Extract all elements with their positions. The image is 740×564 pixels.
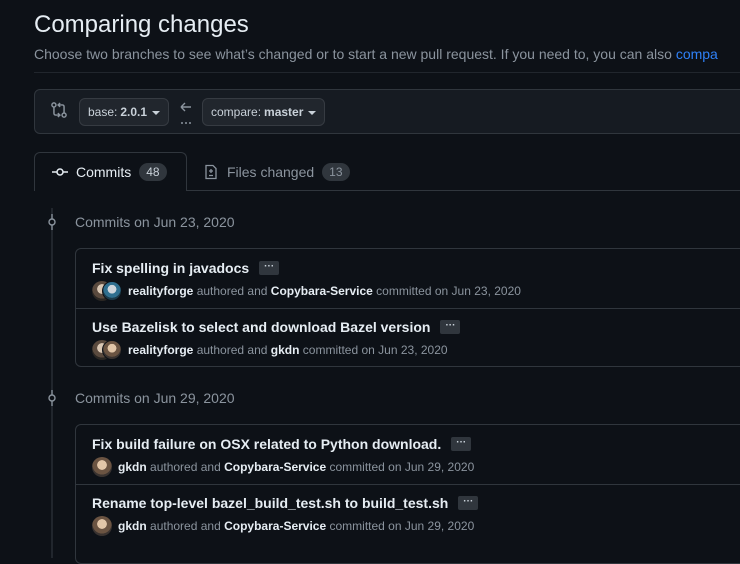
tab-files-changed[interactable]: Files changed 13 — [203, 152, 350, 191]
commits-count-badge: 48 — [139, 163, 167, 181]
committer-link[interactable]: Copybara-Service — [224, 460, 326, 474]
page-title: Comparing changes — [34, 11, 249, 38]
git-commit-icon — [44, 390, 60, 406]
compare-branch-name: master — [264, 105, 304, 119]
avatar-stack — [92, 281, 122, 301]
commit-title-link[interactable]: Rename top-level bazel_build_test.sh to … — [92, 495, 448, 511]
arrow-left-icon — [180, 102, 191, 124]
authored-text: authored and — [196, 343, 268, 357]
commit-list: Fix build failure on OSX related to Pyth… — [75, 424, 740, 564]
list-item: Fix build failure on OSX related to Pyth… — [76, 425, 740, 483]
commit-group-date: Commits on Jun 23, 2020 — [75, 214, 235, 230]
expand-message-button[interactable]: ··· — [451, 437, 472, 451]
author-link[interactable]: realityforge — [128, 284, 193, 298]
authored-text: authored and — [150, 460, 221, 474]
tab-commits[interactable]: Commits 48 — [34, 152, 187, 191]
tab-files-label: Files changed — [227, 163, 315, 180]
author-link[interactable]: gkdn — [118, 519, 147, 533]
commit-group-date: Commits on Jun 29, 2020 — [75, 390, 235, 406]
commit-title-link[interactable]: Fix spelling in javadocs — [92, 260, 249, 276]
commit-date: committed on Jun 29, 2020 — [329, 460, 475, 474]
compare-branch-select[interactable]: compare: master — [202, 98, 326, 126]
git-compare-icon — [51, 102, 67, 118]
expand-message-button[interactable]: ··· — [458, 496, 479, 510]
git-commit-icon — [52, 168, 68, 176]
base-branch-select[interactable]: base: 2.0.1 — [79, 98, 170, 126]
base-prefix: base: — [88, 105, 118, 119]
tab-commits-label: Commits — [76, 164, 132, 180]
file-diff-icon — [205, 164, 217, 179]
commit-title-link[interactable]: Use Bazelisk to select and download Baze… — [92, 319, 430, 335]
caret-down-icon — [152, 110, 161, 115]
commit-title-link[interactable]: Fix build failure on OSX related to Pyth… — [92, 436, 441, 452]
compare-prefix: compare: — [211, 105, 262, 119]
commit-date: committed on Jun 29, 2020 — [329, 519, 475, 533]
author-link[interactable]: realityforge — [128, 343, 193, 357]
base-branch-name: 2.0.1 — [120, 105, 148, 119]
commit-list: Fix spelling in javadocs ··· realityforg… — [75, 248, 740, 367]
committer-link[interactable]: Copybara-Service — [224, 519, 326, 533]
avatar[interactable] — [92, 516, 112, 536]
authored-text: authored and — [196, 284, 268, 298]
git-commit-icon — [44, 214, 60, 230]
page-subtitle: Choose two branches to see what’s change… — [34, 46, 718, 62]
avatar[interactable] — [92, 457, 112, 477]
commit-date: committed on Jun 23, 2020 — [376, 284, 521, 298]
commit-date: committed on Jun 23, 2020 — [302, 343, 448, 357]
compare-across-forks-link[interactable]: compa — [676, 46, 718, 62]
author-link[interactable]: gkdn — [118, 460, 147, 474]
avatar[interactable] — [102, 340, 122, 360]
expand-message-button[interactable]: ··· — [440, 320, 461, 334]
header-divider — [34, 72, 740, 73]
caret-down-icon — [308, 110, 317, 115]
timeline — [51, 208, 53, 558]
expand-message-button[interactable]: ··· — [259, 261, 280, 275]
committer-link[interactable]: Copybara-Service — [271, 284, 373, 298]
committer-link[interactable]: gkdn — [271, 343, 300, 357]
subtitle-text: Choose two branches to see what’s change… — [34, 46, 672, 62]
authored-text: authored and — [150, 519, 221, 533]
avatar[interactable] — [102, 281, 122, 301]
list-item: Use Bazelisk to select and download Baze… — [76, 308, 740, 366]
files-count-badge: 13 — [322, 162, 350, 181]
list-item: Rename top-level bazel_build_test.sh to … — [76, 484, 740, 542]
list-item: Fix spelling in javadocs ··· realityforg… — [76, 249, 740, 307]
avatar-stack — [92, 340, 122, 360]
